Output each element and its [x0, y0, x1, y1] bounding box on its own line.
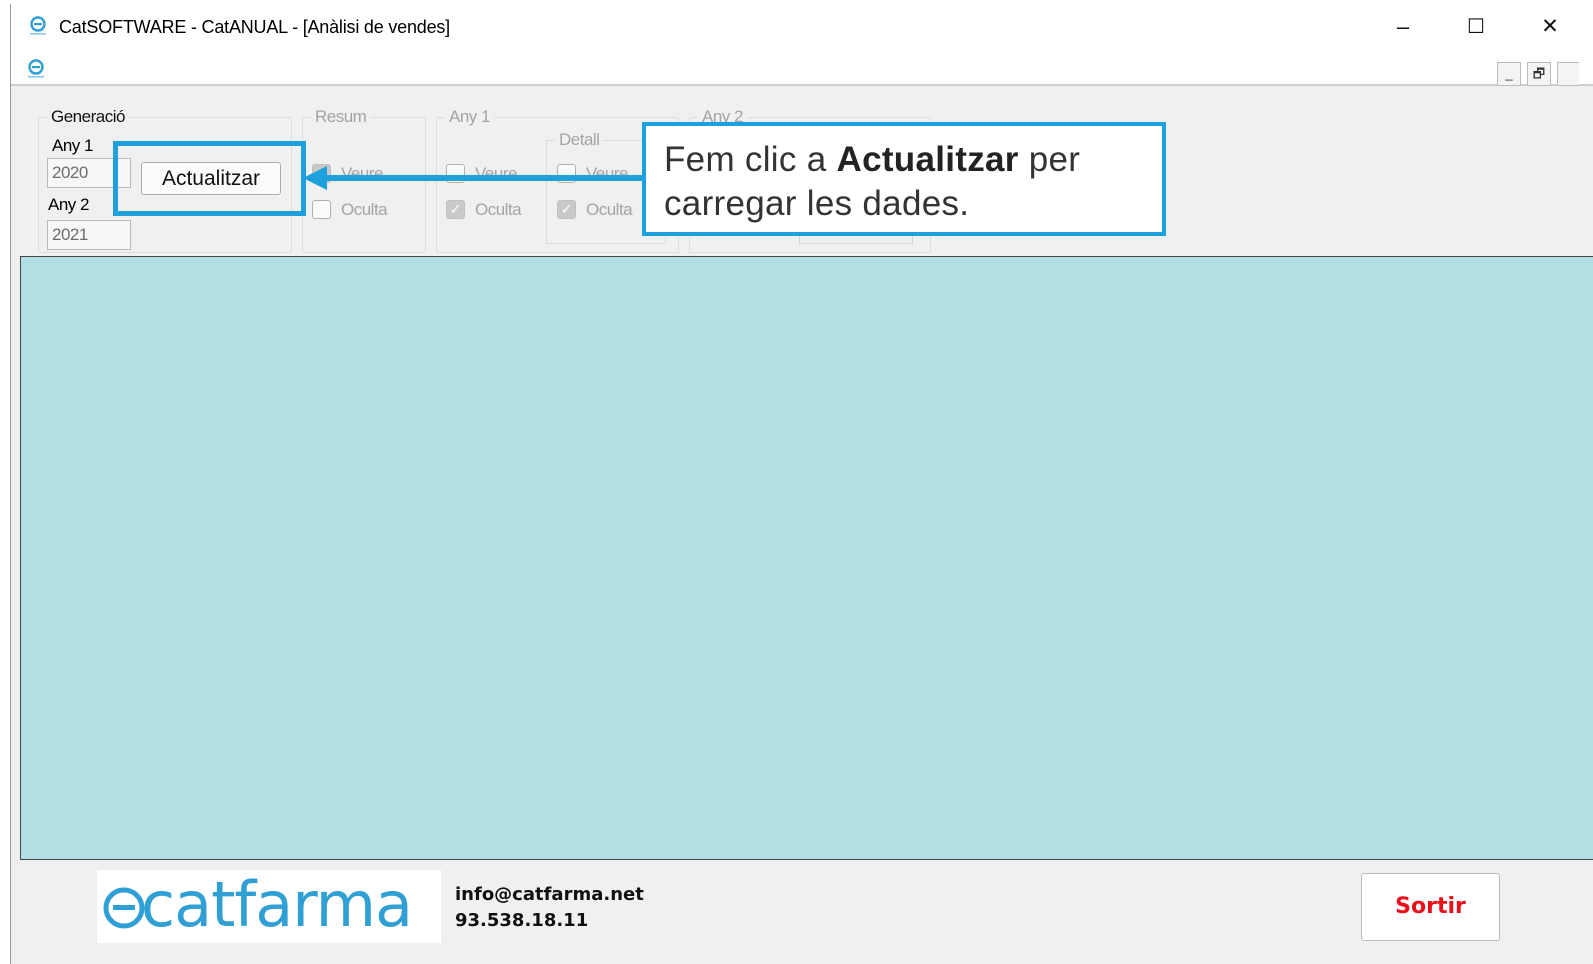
- mdi-menu-bar: _ 🗗: [11, 50, 1593, 86]
- logo-cat: cat: [141, 868, 235, 941]
- callout-text-after: per: [1018, 140, 1081, 179]
- detall-oculta-checkbox[interactable]: ✓: [557, 200, 576, 219]
- detall-veure-label: Veure: [586, 164, 628, 183]
- detall-legend: Detall: [555, 130, 604, 150]
- any1-label: Any 1: [52, 136, 93, 155]
- catsoftware-app-icon: [30, 16, 46, 35]
- logo-farma: farma: [234, 868, 413, 941]
- any2-year-input[interactable]: [47, 220, 131, 250]
- callout-text-bold: Actualitzar: [836, 140, 1019, 179]
- contact-email: info@catfarma.net: [455, 884, 644, 905]
- catfarma-logo: catfarma: [97, 867, 441, 943]
- callout-arrow-icon: [303, 166, 327, 190]
- resum-veure-label: Veure: [341, 164, 383, 183]
- app-window: CatSOFTWARE - CatANUAL - [Anàlisi de ven…: [10, 4, 1593, 964]
- mdi-close-icon[interactable]: [1557, 62, 1579, 86]
- actualitzar-highlight-frame: [113, 141, 306, 216]
- maximize-icon[interactable]: ☐: [1461, 12, 1491, 42]
- minimize-icon[interactable]: –: [1388, 12, 1418, 42]
- sales-analysis-data-area[interactable]: [20, 256, 1593, 860]
- generacio-legend: Generació: [47, 107, 129, 127]
- mdi-minimize-icon[interactable]: _: [1497, 62, 1521, 86]
- detall-oculta-label: Oculta: [586, 200, 633, 219]
- title-bar: CatSOFTWARE - CatANUAL - [Anàlisi de ven…: [11, 4, 1593, 50]
- callout-arrow-line: [323, 175, 643, 181]
- sortir-button[interactable]: Sortir: [1361, 873, 1500, 941]
- resum-legend: Resum: [311, 107, 371, 127]
- window-title: CatSOFTWARE - CatANUAL - [Anàlisi de ven…: [59, 17, 450, 37]
- catfarma-logo-text: catfarma: [141, 867, 413, 943]
- any1-veure-label: Veure: [475, 164, 517, 183]
- callout-line-1: Fem clic a Actualitzar per: [664, 138, 1144, 182]
- mdi-child-icon[interactable]: [25, 58, 47, 80]
- any2-label: Any 2: [48, 195, 89, 214]
- resum-oculta-label: Oculta: [341, 200, 388, 219]
- callout-line-2: carregar les dades.: [664, 184, 970, 223]
- instruction-callout: Fem clic a Actualitzar per carregar les …: [642, 122, 1166, 236]
- any1-oculta-checkbox[interactable]: ✓: [446, 200, 465, 219]
- close-icon[interactable]: ✕: [1535, 12, 1565, 42]
- contact-phone: 93.538.18.11: [455, 910, 589, 931]
- any1-oculta-label: Oculta: [475, 200, 522, 219]
- resum-oculta-checkbox[interactable]: [312, 200, 331, 219]
- callout-text-before: Fem clic a: [664, 140, 837, 179]
- any1-group-legend: Any 1: [445, 107, 494, 127]
- mdi-restore-icon[interactable]: 🗗: [1527, 62, 1551, 86]
